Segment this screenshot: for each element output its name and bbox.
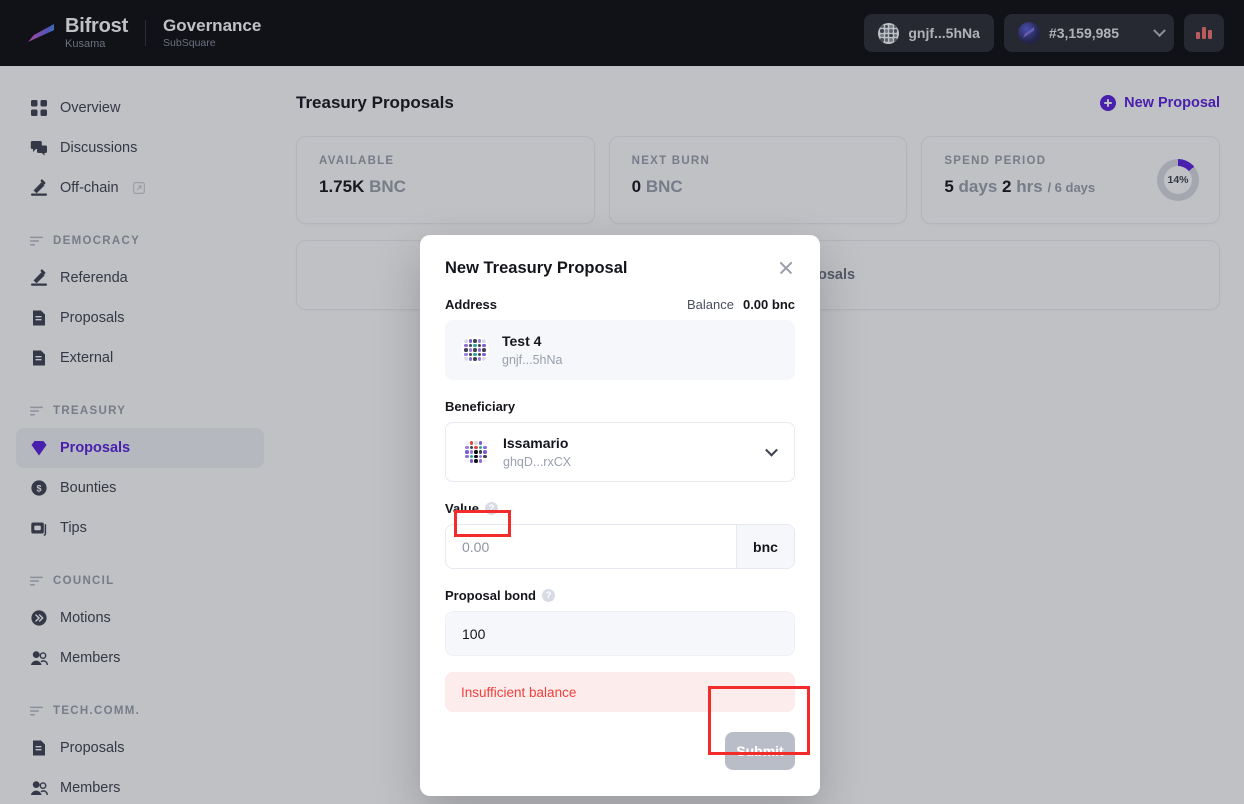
address-account-box[interactable]: Test 4 gnjf...5hNa	[445, 320, 795, 380]
modal-title: New Treasury Proposal	[445, 259, 628, 277]
modal-header: New Treasury Proposal	[445, 259, 795, 278]
account-name: Test 4	[502, 332, 542, 349]
chevron-down-icon	[765, 443, 778, 457]
value-help-icon[interactable]: ?	[484, 502, 498, 515]
value-label-row: Value ?	[445, 501, 795, 516]
value-label: Value	[445, 501, 479, 516]
proposal-bond-value: 100	[462, 625, 486, 642]
beneficiary-address: ghqD...rxCX	[503, 455, 572, 470]
address-row: Address Balance 0.00 bnc	[445, 297, 795, 312]
modal-actions: Submit	[445, 732, 795, 770]
value-input-row: 0.00 bnc	[445, 524, 795, 569]
balance-value: 0.00 bnc	[742, 297, 795, 312]
error-text: Insufficient balance	[461, 684, 577, 700]
value-unit-suffix: bnc	[736, 525, 794, 568]
identicon-icon	[462, 438, 490, 466]
proposal-bond-help-icon[interactable]: ?	[542, 589, 555, 602]
beneficiary-label-row: Beneficiary	[445, 399, 795, 414]
new-treasury-proposal-modal: New Treasury Proposal Address Balance 0.…	[420, 235, 820, 796]
balance-label: Balance	[686, 297, 734, 312]
error-banner: Insufficient balance	[445, 672, 795, 712]
beneficiary-select[interactable]: Issamario ghqD...rxCX	[445, 422, 795, 482]
submit-button[interactable]: Submit	[725, 732, 795, 770]
identicon-icon	[461, 336, 489, 364]
proposal-bond-input: 100	[445, 611, 795, 656]
account-address: gnjf...5hNa	[502, 353, 563, 368]
proposal-bond-label: Proposal bond	[445, 588, 536, 603]
app-root: Bifrost Kusama Governance SubSquare gnjf	[0, 0, 1244, 804]
bond-label-row: Proposal bond ?	[445, 588, 795, 603]
address-label: Address	[445, 297, 498, 312]
value-input[interactable]: 0.00	[446, 525, 736, 568]
beneficiary-label: Beneficiary	[445, 399, 516, 414]
close-icon[interactable]	[777, 259, 795, 277]
balance-display: Balance 0.00 bnc	[687, 297, 795, 312]
beneficiary-name: Issamario	[503, 434, 569, 451]
